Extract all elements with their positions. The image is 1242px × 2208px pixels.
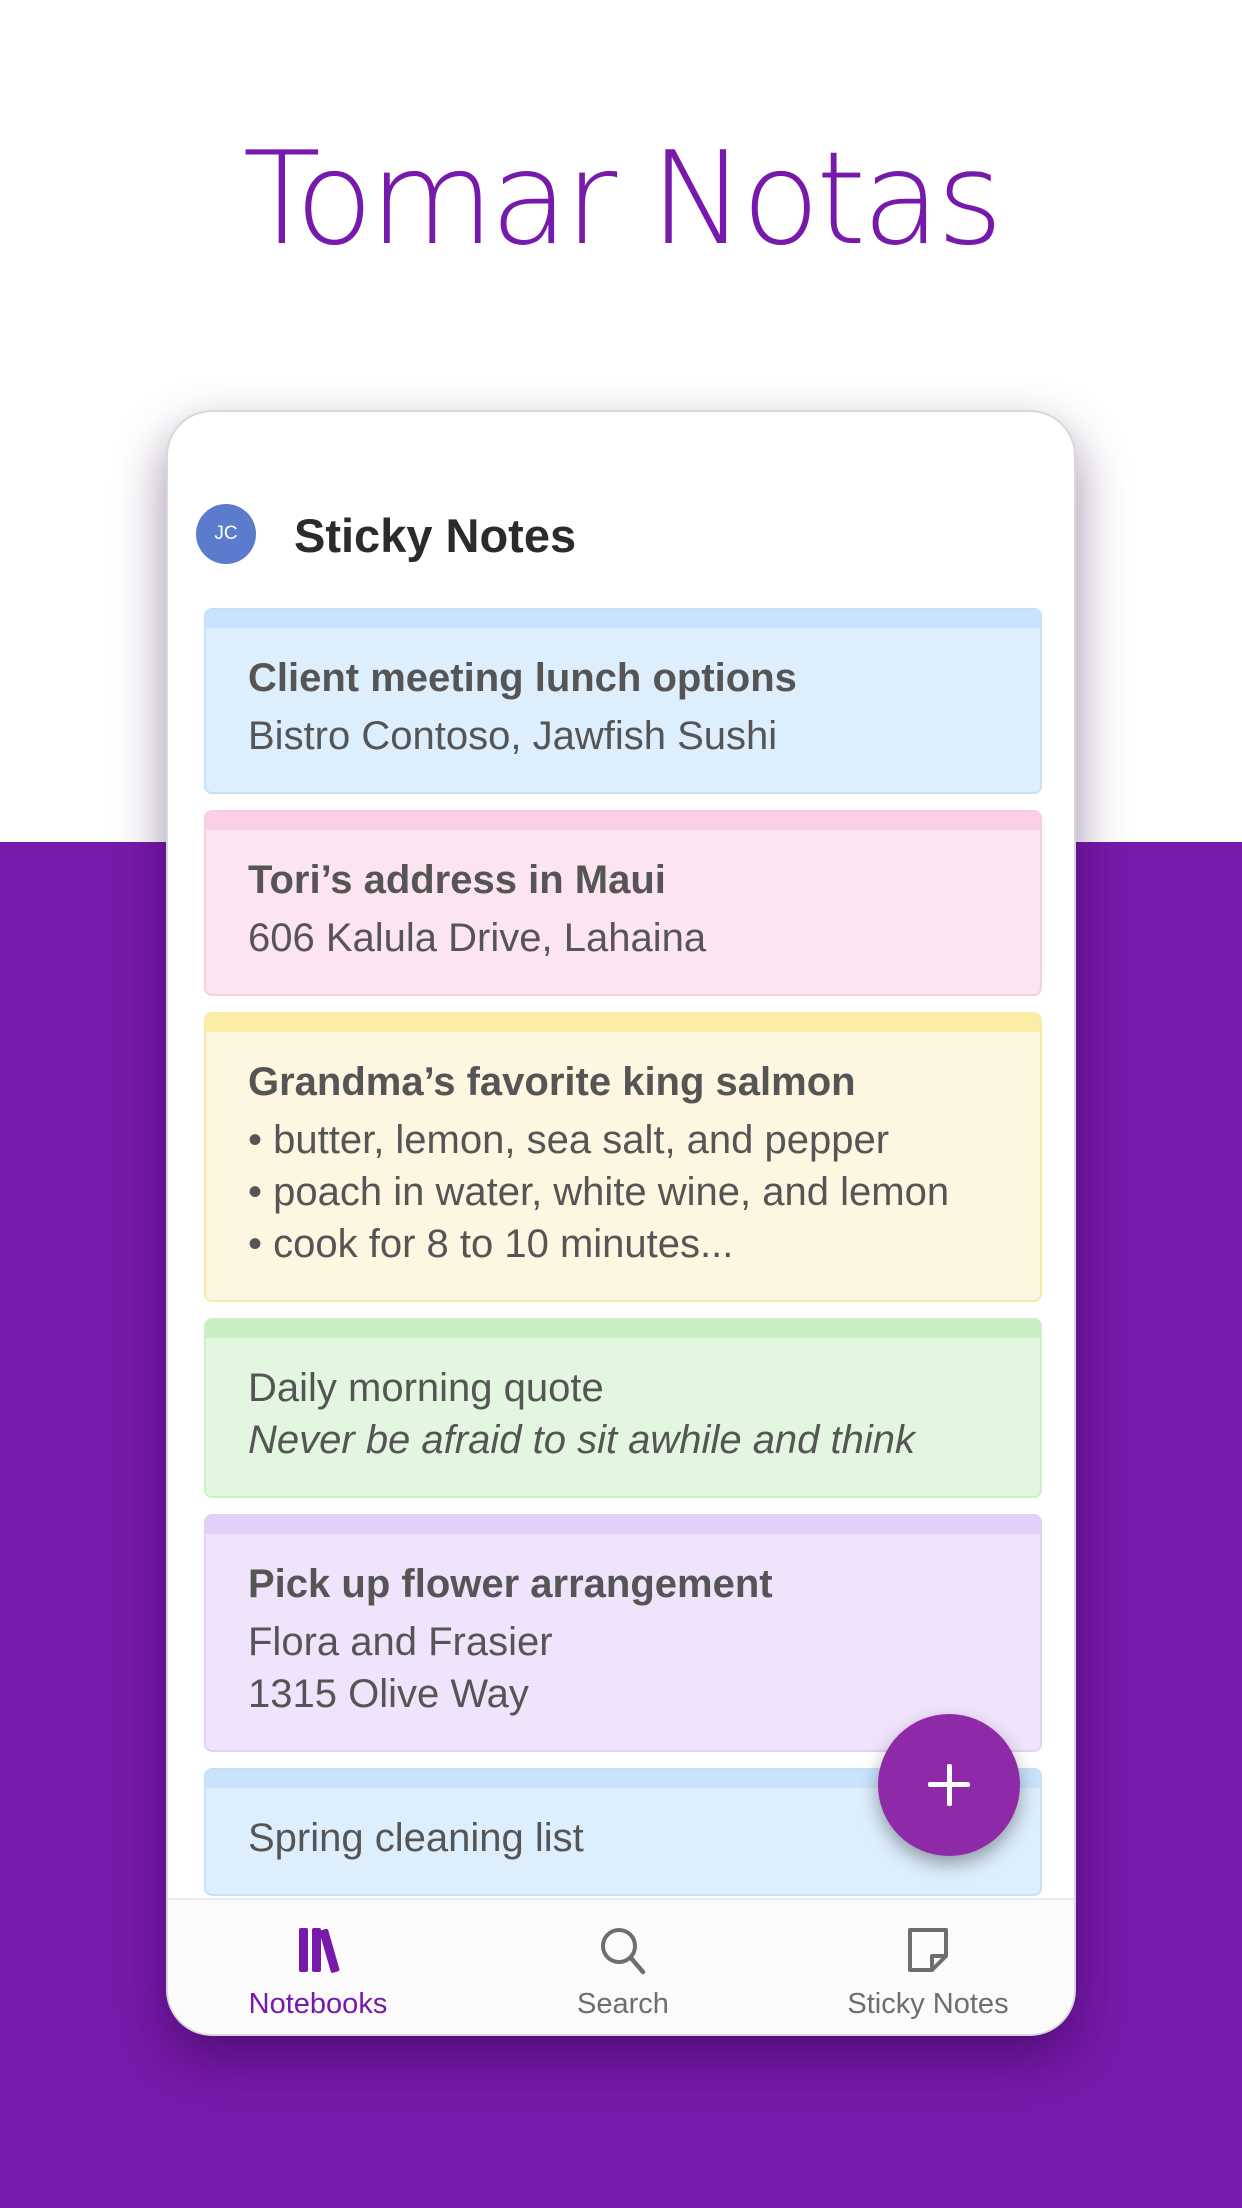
note-color-strip (206, 1516, 1040, 1534)
note-title: Daily morning quote (248, 1366, 604, 1410)
notes-list: Client meeting lunch options Bistro Conto… (204, 608, 1042, 1912)
note-title: Grandma’s favorite king salmon (248, 1060, 856, 1104)
note-color-strip (206, 610, 1040, 628)
phone-frame: JC Sticky Notes Client meeting lunch opt… (166, 410, 1076, 2036)
note-text: Bistro Contoso, Jawfish Sushi (248, 714, 778, 758)
tab-notebooks[interactable]: Notebooks (168, 1900, 468, 2034)
page-title: Sticky Notes (294, 509, 577, 562)
tab-label-search: Search (577, 1988, 669, 2020)
note-title: Tori’s address in Maui (248, 858, 666, 902)
sticky-note-icon (908, 1928, 948, 1972)
app-header: JC Sticky Notes (168, 412, 1074, 602)
note-color-strip (206, 1014, 1040, 1032)
avatar[interactable]: JC (196, 504, 256, 564)
sticky-note-card[interactable]: Daily morning quote Never be afraid to si… (204, 1318, 1042, 1498)
note-text: Flora and Frasier (248, 1620, 553, 1664)
sticky-note-card[interactable]: Pick up flower arrangement Flora and Fras… (204, 1514, 1042, 1752)
sticky-note-card[interactable]: Grandma’s favorite king salmon • butter, … (204, 1012, 1042, 1302)
note-text: Never be afraid to sit awhile and think (248, 1418, 916, 1462)
hero-title: Tomar Notas (242, 125, 1004, 274)
note-text: • poach in water, white wine, and lemon (248, 1170, 950, 1214)
note-text: 606 Kalula Drive, Lahaina (248, 916, 707, 960)
note-color-strip (206, 812, 1040, 830)
note-color-strip (206, 1320, 1040, 1338)
notebooks-icon (299, 1928, 340, 1973)
add-note-button[interactable] (878, 1714, 1020, 1856)
note-text: • butter, lemon, sea salt, and pepper (248, 1118, 890, 1162)
sticky-note-card[interactable]: Client meeting lunch options Bistro Conto… (204, 608, 1042, 794)
tab-label-notebooks: Notebooks (248, 1988, 388, 2020)
note-text: • cook for 8 to 10 minutes... (248, 1222, 734, 1266)
note-text: 1315 Olive Way (248, 1672, 529, 1716)
tab-sticky-notes[interactable]: Sticky Notes (778, 1900, 1074, 2034)
bottom-tab-bar: Notebooks Search Sticky Notes (168, 1898, 1074, 2034)
sticky-note-card[interactable]: Tori’s address in Maui 606 Kalula Drive, … (204, 810, 1042, 996)
tab-label-sticky-notes: Sticky Notes (847, 1988, 1009, 2020)
note-title: Pick up flower arrangement (248, 1562, 773, 1606)
note-title: Client meeting lunch options (248, 656, 797, 700)
tab-search[interactable]: Search (473, 1900, 773, 2034)
search-icon (601, 1928, 646, 1975)
